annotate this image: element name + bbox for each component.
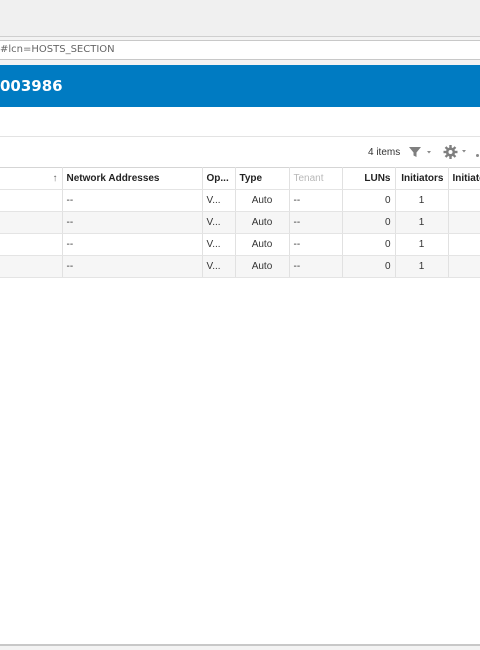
cell-initiato: [448, 233, 480, 256]
cell-luns: 0: [342, 255, 396, 278]
hosts-table: ↑ Network Addresses Op... Type Tenant LU…: [0, 167, 480, 278]
col-header-tenant: Tenant: [289, 167, 343, 190]
cell-initiators-link[interactable]: 1: [395, 211, 449, 234]
cell-op: V...: [202, 255, 236, 278]
settings-button[interactable]: [443, 144, 471, 160]
filter-button[interactable]: [407, 145, 435, 159]
cell-tenant: --: [289, 211, 343, 234]
col-header-luns[interactable]: LUNs: [342, 167, 396, 190]
grid-toolbar: 4 items: [0, 137, 480, 167]
cell-network-addresses: --: [62, 233, 203, 256]
cell-tenant: --: [289, 255, 343, 278]
cell-type: Auto: [235, 211, 290, 234]
cell-luns: 0: [342, 233, 396, 256]
filter-icon: [409, 147, 431, 157]
cell-tenant: --: [289, 233, 343, 256]
cell-initiato: [448, 211, 480, 234]
col-header-network-addresses[interactable]: Network Addresses: [62, 167, 203, 190]
cell-type: Auto: [235, 189, 290, 212]
cell-network-addresses: --: [62, 255, 203, 278]
gear-icon: [443, 145, 466, 159]
col-header-op[interactable]: Op...: [202, 167, 236, 190]
page-header: 003986: [0, 65, 480, 107]
cell-op: V...: [202, 211, 236, 234]
cell-op: V...: [202, 189, 236, 212]
table-header-row: ↑ Network Addresses Op... Type Tenant LU…: [0, 167, 480, 190]
cell-op: V...: [202, 233, 236, 256]
col-header-initiato[interactable]: Initiato: [448, 167, 480, 190]
cell-initiato: [448, 255, 480, 278]
cell-name[interactable]: [0, 255, 63, 278]
table-row[interactable]: -- V... Auto -- 0 1: [0, 211, 480, 234]
table-row[interactable]: -- V... Auto -- 0 1: [0, 255, 480, 278]
cell-network-addresses: --: [62, 211, 203, 234]
cell-type: Auto: [235, 233, 290, 256]
items-count: 4 items: [368, 147, 401, 158]
table-row[interactable]: -- V... Auto -- 0 1: [0, 233, 480, 256]
window-bottom-border: [0, 644, 480, 646]
address-text: #lcn=HOSTS_SECTION: [0, 44, 115, 55]
more-icon[interactable]: [476, 154, 479, 157]
cell-name[interactable]: [0, 189, 63, 212]
address-bar[interactable]: #lcn=HOSTS_SECTION: [0, 40, 480, 60]
cell-network-addresses: --: [62, 189, 203, 212]
col-header-initiators[interactable]: Initiators: [395, 167, 449, 190]
cell-initiato: [448, 189, 480, 212]
cell-initiators-link[interactable]: 1: [395, 233, 449, 256]
cell-luns: 0: [342, 189, 396, 212]
table-row[interactable]: -- V... Auto -- 0 1: [0, 189, 480, 212]
cell-tenant: --: [289, 189, 343, 212]
cell-name[interactable]: [0, 233, 63, 256]
page-title: 003986: [0, 77, 63, 95]
cell-initiators-link[interactable]: 1: [395, 189, 449, 212]
col-header-name[interactable]: ↑: [0, 167, 63, 190]
cell-initiators-link[interactable]: 1: [395, 255, 449, 278]
cell-name[interactable]: [0, 211, 63, 234]
cell-type: Auto: [235, 255, 290, 278]
cell-luns: 0: [342, 211, 396, 234]
browser-top-chrome: [0, 0, 480, 37]
sort-ascending-icon: ↑: [52, 173, 58, 184]
col-header-type[interactable]: Type: [235, 167, 290, 190]
